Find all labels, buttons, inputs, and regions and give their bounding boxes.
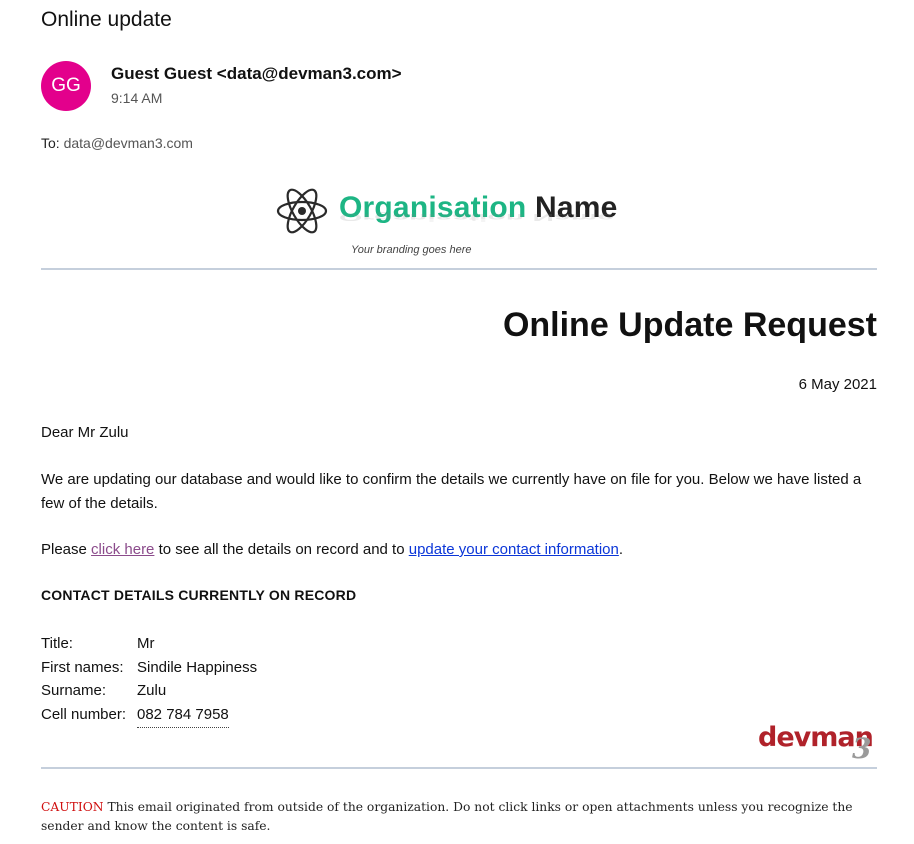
organisation-name-reflection: Organisation Name xyxy=(339,211,614,223)
detail-row-title: Title: Mr xyxy=(41,632,257,656)
to-label: To: xyxy=(41,135,60,151)
caution-notice: CAUTION This email originated from outsi… xyxy=(41,798,881,836)
letter-date: 6 May 2021 xyxy=(798,376,877,393)
detail-row-cell: Cell number: 082 784 7958 xyxy=(41,703,257,728)
sent-time: 9:14 AM xyxy=(111,90,163,106)
footer-divider xyxy=(41,767,877,769)
devman-logo: devman 3 xyxy=(756,722,886,768)
contact-details: Title: Mr First names: Sindile Happiness… xyxy=(41,632,257,728)
email-subject: Online update xyxy=(41,8,172,31)
surname-value: Zulu xyxy=(137,682,167,700)
recipient-address[interactable]: data@devman3.com xyxy=(64,135,193,151)
greeting: Dear Mr Zulu xyxy=(41,424,129,441)
please-prefix: Please xyxy=(41,541,92,558)
letter-title: Online Update Request xyxy=(502,306,877,344)
reflection-part2: Name xyxy=(532,211,615,223)
title-value: Mr xyxy=(137,635,155,652)
organisation-branding: Organisation Name Organisation Name Your… xyxy=(276,184,656,262)
title-label: Title: xyxy=(41,635,73,652)
sender-name[interactable]: Guest Guest <data@devman3.com> xyxy=(111,64,402,84)
surname-label: Surname: xyxy=(41,682,107,700)
instruction-paragraph: Please click here to see all the details… xyxy=(41,538,881,562)
update-contact-link[interactable]: update your contact information xyxy=(409,541,619,558)
intro-paragraph: We are updating our database and would l… xyxy=(41,471,862,512)
cell-number-label: Cell number: xyxy=(41,706,127,724)
devman-logo-number: 3 xyxy=(852,732,872,765)
first-names-label: First names: xyxy=(41,658,124,676)
avatar-initials: GG xyxy=(51,75,81,96)
branding-tagline: Your branding goes here xyxy=(351,244,472,256)
detail-row-surname: Surname: Zulu xyxy=(41,679,257,703)
caution-text: This email originated from outside of th… xyxy=(41,800,853,833)
click-here-link[interactable]: click here xyxy=(91,541,154,558)
caution-label: CAUTION xyxy=(41,800,104,814)
first-names-value: Sindile Happiness xyxy=(137,658,258,676)
recipient-line: To: data@devman3.com xyxy=(41,135,193,151)
detail-row-first-names: First names: Sindile Happiness xyxy=(41,656,257,680)
please-middle: to see all the details on record and to xyxy=(154,541,409,558)
header-divider xyxy=(41,268,877,270)
avatar[interactable]: GG xyxy=(41,61,91,111)
reflection-part1: Organisation xyxy=(339,211,525,223)
section-heading: CONTACT DETAILS CURRENTLY ON RECORD xyxy=(41,587,357,603)
cell-number-value[interactable]: 082 784 7958 xyxy=(137,703,229,728)
atom-icon xyxy=(276,188,328,234)
please-suffix: . xyxy=(618,541,624,558)
